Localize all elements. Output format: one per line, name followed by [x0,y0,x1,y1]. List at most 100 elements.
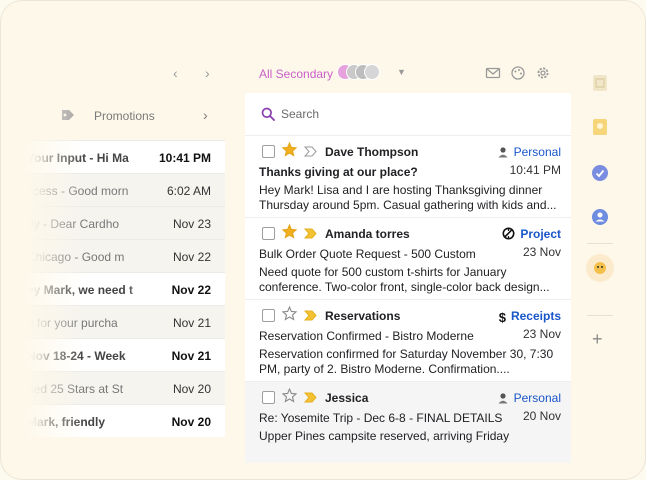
contacts-icon[interactable] [590,207,610,227]
select-checkbox[interactable] [262,391,275,404]
sheets-icon[interactable] [590,73,610,93]
importance-toggle[interactable] [303,308,317,326]
search-icon [261,107,275,121]
rail-divider [587,243,613,244]
email-sender: Reservations [325,309,401,323]
app-frame: ‹ › Promotions › Your Input - Hi Ma 10:41… [0,0,646,480]
person-icon [498,393,508,404]
email-label[interactable]: Project [502,227,561,241]
email-time: 23 Nov [522,245,561,259]
email-sender: Amanda torres [325,227,410,241]
add-addon-button[interactable]: + [592,329,603,350]
star-icon [281,141,298,157]
chevron-down-icon[interactable]: ▼ [397,67,406,77]
email-time: Nov 22 [171,283,211,297]
email-time: 10:41 PM [158,151,211,165]
email-snippet: dy - Dear Cardho [27,217,120,231]
email-snippet: ned 25 Stars at St [27,382,124,396]
star-toggle[interactable] [281,223,298,243]
email-label-text: Project [520,227,561,241]
importance-toggle[interactable] [303,144,317,162]
select-checkbox[interactable] [262,145,275,158]
email-subject: Bulk Order Quote Request - 500 Custom [259,247,476,261]
star-icon [281,387,298,403]
gear-icon[interactable] [535,65,551,81]
email-snippet: Need quote for 500 custom t-shirts for J… [259,265,550,294]
category-promotions[interactable]: Promotions › [23,99,225,133]
tasks-icon[interactable] [590,163,610,183]
search-input[interactable] [281,105,521,123]
dollar-icon: $ [498,310,506,325]
email-subject: Reservation Confirmed - Bistro Moderne [259,329,474,343]
chevron-right-icon[interactable]: › [205,65,210,81]
list-item[interactable]: Nov 18-24 - Week Nov 21 [23,338,225,371]
star-icon [281,223,298,239]
email-label[interactable]: Personal [497,145,561,159]
search-bar [245,99,571,129]
email-time: Nov 21 [172,316,211,330]
side-panel-rail: + [581,53,619,448]
select-checkbox[interactable] [262,227,275,240]
importance-toggle[interactable] [303,390,317,408]
list-item[interactable]: u for your purcha Nov 21 [23,305,225,338]
rail-divider [587,315,613,316]
tag-icon [62,110,74,120]
list-item[interactable]: ccess - Good morn 6:02 AM [23,173,225,206]
email-label-text: Personal [513,391,561,405]
chevron-left-icon[interactable]: ‹ [173,65,178,81]
list-item[interactable]: ned 25 Stars at St Nov 20 [23,371,225,404]
email-label[interactable]: $ Receipts [499,309,561,325]
list-item[interactable]: Mark, friendly Nov 20 [23,404,225,437]
email-time: Nov 23 [172,217,211,231]
secondary-inbox-pane: All Secondary ▼ Search Dave Thompson Per… [245,53,571,463]
star-toggle[interactable] [281,141,298,161]
inbox-header: All Secondary ▼ [245,53,571,93]
email-sender: Dave Thompson [325,145,419,159]
importance-toggle[interactable] [303,226,317,244]
list-item[interactable]: Your Input - Hi Ma 10:41 PM [23,140,225,173]
email-snippet: ccess - Good morn [27,184,129,198]
email-snippet: ey Mark, we need t [27,283,134,297]
project-icon [502,227,515,240]
category-label: Promotions [94,109,155,123]
email-row[interactable]: Reservations $ Receipts 23 Nov Reservation C… [245,299,571,381]
keep-icon[interactable] [590,117,610,137]
select-checkbox[interactable] [262,309,275,322]
star-icon [281,305,298,321]
list-item[interactable]: dy - Dear Cardho Nov 23 [23,206,225,239]
star-toggle[interactable] [281,305,298,325]
email-snippet: Upper Pines campsite reserved, arriving … [259,429,510,443]
inbox-selector[interactable]: All Secondary [259,67,333,81]
list-item[interactable]: ey Mark, we need t Nov 22 [23,272,225,305]
background-email-list: Your Input - Hi Ma 10:41 PM ccess - Good m… [23,140,225,437]
email-list: Dave Thompson Personal 10:41 PM Thanks givi… [245,135,571,463]
star-toggle[interactable] [281,387,298,407]
email-sender: Jessica [325,391,369,405]
account-avatars[interactable] [337,64,383,82]
email-label-text: Receipts [510,309,561,323]
email-row[interactable]: Dave Thompson Personal 10:41 PM Thanks givi… [245,135,571,217]
chevron-right-icon[interactable]: › [203,107,208,123]
email-time: 23 Nov [522,327,561,341]
email-snippet: Nov 18-24 - Week [27,349,126,363]
important-marker-icon [303,146,317,157]
email-label[interactable]: Personal [497,391,561,405]
email-snippet: Your Input - Hi Ma [27,151,129,165]
email-snippet: u for your purcha [27,316,118,330]
extension-icon[interactable] [585,253,615,283]
email-label-text: Personal [513,145,561,159]
email-time: Nov 21 [171,349,211,363]
list-item[interactable]: Chicago - Good m Nov 22 [23,239,225,272]
email-row[interactable]: Amanda torres Project 23 Nov Bulk Order Quo… [245,217,571,299]
palette-icon[interactable] [510,65,526,81]
email-subject: Thanks giving at our place? [259,165,418,179]
email-snippet: Reservation confirmed for Saturday Novem… [259,347,554,376]
email-snippet: Mark, friendly [27,415,106,429]
person-icon [498,147,508,158]
email-time: Nov 22 [172,250,211,264]
mail-icon[interactable] [485,65,501,81]
email-row[interactable]: Jessica Personal 20 Nov Re: Yosemite Trip -… [245,381,571,463]
important-marker-icon [303,310,317,321]
background-inbox-pane: ‹ › Promotions › Your Input - Hi Ma 10:41… [23,53,225,453]
email-time: 6:02 AM [166,184,211,198]
